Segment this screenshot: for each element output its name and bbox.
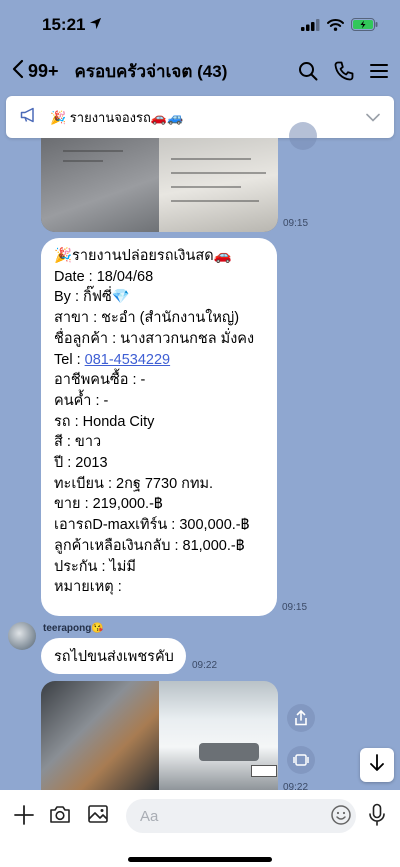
scroll-to-bottom-button[interactable]	[360, 748, 394, 782]
menu-icon[interactable]	[370, 63, 388, 79]
message-input[interactable]	[126, 799, 356, 833]
clock-text: 15:21	[42, 15, 86, 34]
document-photo[interactable]	[41, 138, 278, 232]
tel-label: Tel :	[54, 351, 85, 368]
plus-icon[interactable]	[13, 804, 35, 826]
chat-title[interactable]: ครอบครัวจ่าเจต (43)	[75, 58, 228, 85]
location-arrow-icon	[89, 15, 102, 35]
report-line: Date : 18/04/68	[54, 268, 154, 285]
report-line-tel: Tel : 081-4534229	[54, 350, 267, 371]
arrow-down-icon	[369, 754, 385, 776]
phone-link[interactable]: 081-4534229	[85, 352, 170, 368]
emoji-icon[interactable]	[330, 804, 352, 826]
status-time: 15:21	[42, 15, 102, 35]
message-timestamp: 09:15	[283, 218, 309, 229]
document-photo-left	[41, 138, 159, 232]
message-timestamp: 09:15	[282, 602, 308, 613]
white-pickup-photo	[159, 681, 278, 791]
home-indicator	[128, 857, 272, 862]
report-line: ขาย : 219,000.-฿	[54, 496, 163, 513]
phone-icon[interactable]	[334, 61, 354, 81]
wifi-icon	[327, 16, 344, 35]
report-message-bubble[interactable]: 🎉รายงานปล่อยรถเงินสด🚗 Date : 18/04/68 By…	[41, 238, 277, 616]
report-line: ทะเบียน : 2กฐ 7730 กทม.	[54, 475, 214, 492]
share-icon[interactable]	[287, 704, 315, 732]
report-line: อาชีพคนซื้อ : -	[54, 372, 146, 389]
unread-count: 99+	[28, 60, 59, 81]
report-line: รถ : Honda City	[54, 413, 155, 430]
search-icon[interactable]	[298, 61, 318, 81]
back-button[interactable]: 99+	[12, 59, 59, 84]
reply-message-bubble[interactable]: รถไปขนส่งเพชรคับ	[41, 638, 186, 674]
chat-header: 99+ ครอบครัวจ่าเจต (43)	[0, 50, 400, 92]
message-input-bar	[0, 790, 400, 867]
megaphone-icon	[20, 107, 38, 127]
announcement-text: 🎉 รายงานจองรถ🚗🚙	[50, 109, 184, 125]
share-button[interactable]	[289, 122, 317, 150]
report-line: ชื่อลูกค้า : นางสาวกนกชล มั่งคง	[54, 330, 255, 347]
battery-icon	[351, 16, 378, 35]
report-line: สี : ขาว	[54, 434, 102, 451]
report-line: By : กิ๊ฟซี่💎	[54, 289, 130, 306]
image-icon[interactable]	[87, 804, 109, 824]
sender-name: teerapong😘	[43, 623, 104, 634]
document-photo-right	[159, 138, 278, 232]
chevron-left-icon	[12, 59, 24, 84]
microphone-icon[interactable]	[368, 803, 386, 827]
reply-text: รถไปขนส่งเพชรคับ	[54, 648, 174, 665]
car-photos[interactable]	[41, 681, 278, 791]
report-line: ลูกค้าเหลือเงินกลับ : 81,000.-฿	[54, 537, 245, 554]
message-timestamp: 09:22	[192, 660, 218, 671]
album-icon[interactable]	[287, 746, 315, 774]
signal-icon	[301, 16, 320, 35]
chevron-down-icon[interactable]	[366, 113, 380, 122]
avatar[interactable]	[8, 622, 36, 650]
report-line: 🎉รายงานปล่อยรถเงินสด🚗	[54, 248, 232, 264]
report-line: สาขา : ชะอำ (สำนักงานใหญ่)	[54, 310, 240, 327]
report-line: ประกัน : ไม่มี	[54, 558, 136, 575]
report-line: หมายเหตุ :	[54, 579, 122, 596]
camera-icon[interactable]	[49, 804, 71, 824]
report-line: เอารถD-maxเทิร์น : 300,000.-฿	[54, 517, 250, 534]
status-bar: 15:21	[0, 0, 400, 50]
engine-photo	[41, 681, 159, 791]
announcement-banner[interactable]: 🎉 รายงานจองรถ🚗🚙	[6, 96, 394, 138]
report-line: ปี : 2013	[54, 455, 108, 472]
report-line: คนค้ำ : -	[54, 392, 109, 409]
